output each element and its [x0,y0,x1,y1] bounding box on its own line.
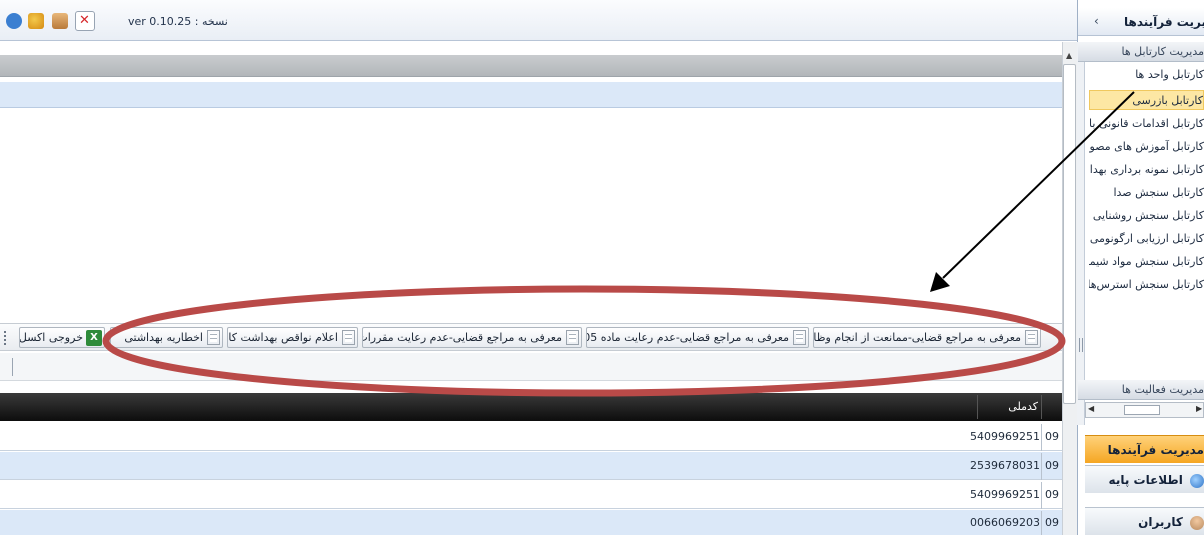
column-divider [1041,395,1042,419]
users-icon [1190,515,1204,530]
scroll-left-arrow-icon[interactable]: ◀ [1088,404,1094,413]
cell-prefix: 09 [1045,430,1059,443]
cell-national-code: 2539678031 [970,459,1040,472]
sidebar-item-chemicals[interactable]: کارتابل سنجش مواد شیمیایی [1089,252,1204,272]
btn-refer-court-obstruction[interactable]: معرفی به مراجع قضایی-ممانعت از انجام وظا… [813,327,1041,348]
document-icon [1025,330,1038,345]
splitter-grip[interactable] [1079,338,1083,352]
btn-excel-export[interactable]: X خروجی اکسل [19,327,105,348]
nav-users[interactable]: کاربران [1085,507,1204,535]
cell-prefix: 09 [1045,516,1059,529]
toolbar-button-label: معرفی به مراجع قضایی-ممانعت از انجام وظا… [813,331,1021,344]
pdf-close-icon[interactable]: ✕ [75,11,95,31]
info-icon [1190,473,1204,488]
sidebar-scroll-thumb[interactable] [1124,405,1160,415]
grid-group-header [0,55,1062,77]
cell-national-code: 0066069203 [970,516,1040,529]
sidebar-item-trainings[interactable]: کارتابل آموزش های مصوب [1089,137,1204,157]
grid-column-header [0,393,1062,421]
toolbar-button-label: معرفی به مراجع قضایی-عدم رعایت ماده 105 [587,331,789,344]
nav-process-management[interactable]: مدیریت فرآیندها [1085,435,1204,463]
cell-prefix: 09 [1045,459,1059,472]
toolbar-button-label: معرفی به مراجع قضایی-عدم رعایت مقررات [362,331,562,344]
strip-separator [12,358,13,376]
column-header-national-code[interactable]: کدملی [982,400,1038,413]
grid-filter-row [0,82,1062,108]
excel-icon: X [86,329,102,346]
group-activities[interactable]: مدیریت فعالیت ها [1078,380,1204,400]
nav-label: مدیریت فرآیندها [1107,443,1204,457]
table-row[interactable] [0,423,1062,451]
sidebar-item-ergonomics[interactable]: کارتابل ارزیابی ارگونومی [1089,229,1204,249]
scroll-up-arrow-icon[interactable]: ▲ [1066,51,1072,60]
cell-divider [1041,482,1042,509]
document-icon [342,330,355,345]
toolbar-grip[interactable] [4,331,7,345]
main-scroll-thumb[interactable] [1063,64,1076,404]
document-icon [207,330,220,345]
cell-prefix: 09 [1045,488,1059,501]
cell-divider [1041,511,1042,535]
user-icon[interactable] [6,13,22,29]
table-row[interactable] [0,510,1062,535]
sidebar-item-noise[interactable]: کارتابل سنجش صدا [1089,183,1204,203]
table-row[interactable] [0,481,1062,509]
annotation-arrow-head-icon [930,272,950,292]
group-icon[interactable] [28,13,44,29]
sidebar-item-legal-actions[interactable]: کارتابل اقدامات قانونی بازرسی [1089,114,1204,134]
nav-label: کاربران [1138,515,1183,529]
nav-basic-info[interactable]: اطلاعات پایه [1085,465,1204,493]
cell-national-code: 5409969251 [970,430,1040,443]
version-label: ver 0.10.25 : نسخه [128,15,228,28]
sidebar-item-lighting[interactable]: کارتابل سنجش روشنایی [1089,206,1204,226]
btn-health-warning[interactable]: اخطاریه بهداشتی [110,327,223,348]
sidebar-title: مدیریت فرآیندها [1124,15,1204,29]
sidebar-item-sampling[interactable]: کارتابل نمونه برداری بهداشتی [1089,160,1204,180]
btn-refer-court-article-105[interactable]: معرفی به مراجع قضایی-عدم رعایت ماده 105 [586,327,809,348]
sidebar-item-units[interactable]: کارتابل واحد ها [1089,65,1204,85]
table-row[interactable] [0,452,1062,480]
cell-divider [1041,453,1042,480]
cell-divider [1041,424,1042,451]
sidebar-item-inspection[interactable]: کارتابل بازرسی [1089,90,1204,110]
toolbar-button-label: اخطاریه بهداشتی [124,331,203,344]
sidebar-item-stress[interactable]: کارتابل سنجش استرس‌های [1089,275,1204,295]
group-cartables[interactable]: مدیریت کارتابل ها [1078,42,1204,62]
column-divider [977,395,978,419]
nav-label: اطلاعات پایه [1108,473,1183,487]
btn-refer-court-regulations[interactable]: معرفی به مراجع قضایی-عدم رعایت مقررات [362,327,582,348]
btn-announce-deficiencies[interactable]: اعلام نواقص بهداشت کار [227,327,358,348]
scroll-right-arrow-icon[interactable]: ▶ [1196,404,1202,413]
toolbar-button-label: خروجی اکسل [19,331,83,344]
collapse-chevron-icon[interactable]: ‹ [1094,14,1099,28]
document-icon [793,330,806,345]
toolbar-button-label: اعلام نواقص بهداشت کار [227,331,338,344]
sidebar-splitter[interactable] [1077,42,1085,425]
box-icon[interactable] [52,13,68,29]
document-icon [566,330,579,345]
grid-search-strip [0,353,1062,381]
cell-national-code: 5409969251 [970,488,1040,501]
